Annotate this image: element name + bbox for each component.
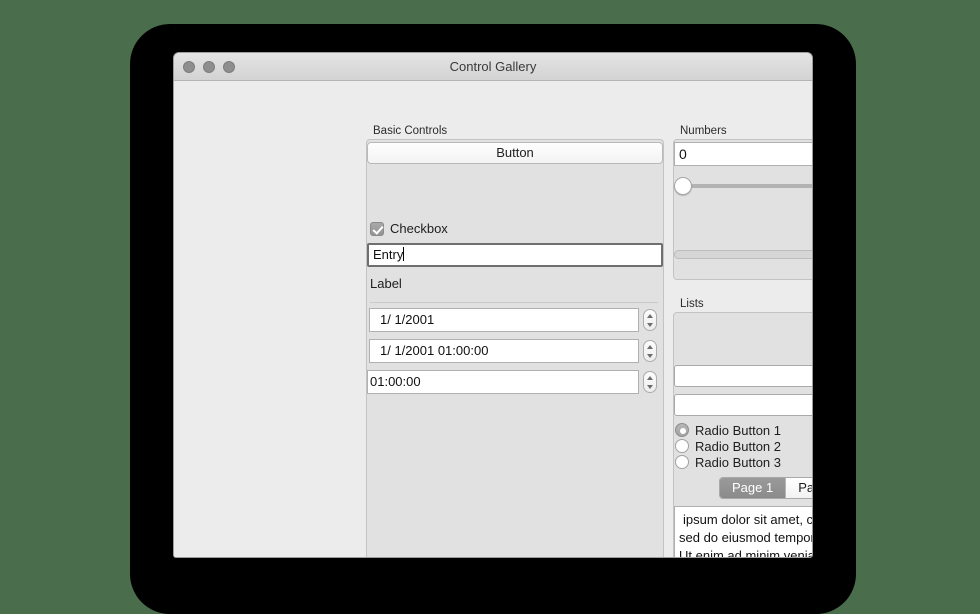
lorem-text-area[interactable]: ipsum dolor sit amet, consectetur adipis… [674, 506, 813, 558]
chevron-up-icon[interactable] [647, 345, 653, 349]
tab-page-2[interactable]: Page 2 [786, 478, 812, 498]
dropdown-combobox[interactable] [674, 394, 812, 416]
entry-value: Entry [373, 247, 404, 262]
button[interactable]: Button [367, 142, 663, 164]
time-spinner-buttons[interactable] [643, 371, 657, 393]
datetime-spinner[interactable]: 1/ 1/2001 01:00:00 [369, 339, 661, 363]
basic-controls-group-label: Basic Controls [373, 125, 448, 137]
traffic-light-buttons [183, 60, 235, 73]
date-spinner-value[interactable]: 1/ 1/2001 [369, 308, 639, 332]
horizontal-separator [370, 302, 658, 303]
tab-bar: Page 1 Page 2 Page 3 [719, 477, 812, 499]
text-line: ipsum dolor sit amet, consectetur adipis… [683, 512, 813, 527]
radio-row-3[interactable]: Radio Button 3 [675, 454, 781, 470]
chevron-down-icon[interactable] [647, 323, 653, 327]
control-gallery-window: Control Gallery Basic Controls Button Ch… [173, 52, 813, 558]
date-spinner-buttons[interactable] [643, 309, 657, 331]
slider-track[interactable] [682, 184, 812, 188]
window-body: Basic Controls Button Checkbox Entry Lab… [174, 81, 813, 558]
tab-page-1[interactable]: Page 1 [720, 478, 787, 498]
time-spinner-value[interactable]: 01:00:00 [367, 370, 639, 394]
zoom-button-icon[interactable] [223, 60, 235, 73]
slider[interactable] [674, 177, 812, 195]
radio-unselected-icon[interactable] [675, 439, 689, 453]
minimize-button-icon[interactable] [203, 60, 215, 73]
chevron-up-icon[interactable] [647, 376, 653, 380]
radio-row-2[interactable]: Radio Button 2 [675, 438, 781, 454]
chevron-down-icon[interactable] [647, 385, 653, 389]
chevron-down-icon[interactable] [647, 354, 653, 358]
radio-row-1[interactable]: Radio Button 1 [675, 422, 781, 438]
radio-label-2: Radio Button 2 [695, 438, 782, 454]
radio-label-3: Radio Button 3 [695, 454, 782, 470]
slider-knob[interactable] [674, 177, 692, 195]
numbers-group-label: Numbers [680, 125, 727, 137]
radio-label-1: Radio Button 1 [695, 422, 782, 438]
radio-selected-icon[interactable] [675, 423, 689, 437]
progress-bar [674, 250, 812, 259]
time-spinner[interactable]: 01:00:00 [367, 370, 661, 394]
text-caret [403, 247, 405, 261]
chevron-up-icon[interactable] [647, 314, 653, 318]
window-titlebar: Control Gallery [174, 53, 812, 81]
entry-input[interactable]: Entry [367, 243, 663, 267]
checkbox-row[interactable]: Checkbox [370, 221, 448, 236]
datetime-spinner-buttons[interactable] [643, 340, 657, 362]
static-label: Label [370, 276, 402, 291]
text-line: sed do eiusmod tempor incididunt ut labo… [679, 530, 813, 545]
radio-button-group: Radio Button 1 Radio Button 2 Radio Butt… [675, 422, 781, 470]
tab-panel: Page 1 Page 2 Page 3 ipsum dolor sit ame… [674, 477, 813, 558]
number-spinbox-input[interactable]: 0 [674, 142, 812, 166]
radio-unselected-icon[interactable] [675, 455, 689, 469]
text-line: Ut enim ad minim veniam, quis nostrud ex… [679, 548, 812, 558]
window-title: Control Gallery [449, 59, 537, 74]
close-button-icon[interactable] [183, 60, 195, 73]
checkbox-label: Checkbox [390, 221, 448, 236]
datetime-spinner-value[interactable]: 1/ 1/2001 01:00:00 [369, 339, 639, 363]
date-spinner[interactable]: 1/ 1/2001 [369, 308, 661, 332]
editable-combobox[interactable] [674, 365, 812, 387]
lists-group-label: Lists [680, 298, 704, 310]
checkbox-checked-icon[interactable] [370, 221, 384, 236]
